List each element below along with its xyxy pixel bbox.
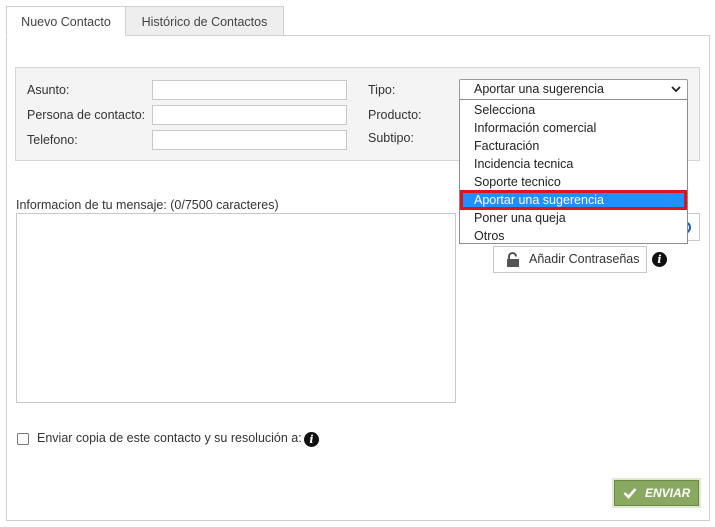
unlock-icon [507, 252, 519, 267]
tipo-dropdown-list: Selecciona Información comercial Factura… [459, 99, 688, 244]
send-copy-label: Enviar copia de este contacto y su resol… [37, 431, 302, 445]
chevron-down-icon [671, 86, 681, 93]
dropdown-option-informacion-comercial[interactable]: Información comercial [460, 119, 687, 137]
asunto-input[interactable] [152, 80, 347, 100]
send-copy-checkbox[interactable] [17, 433, 29, 445]
dropdown-option-otros[interactable]: Otros [460, 227, 687, 245]
tab-nuevo-contacto[interactable]: Nuevo Contacto [6, 6, 126, 36]
persona-contacto-label: Persona de contacto: [27, 108, 146, 122]
subtipo-label: Subtipo: [368, 131, 414, 145]
dropdown-option-incidencia-tecnica[interactable]: Incidencia tecnica [460, 155, 687, 173]
tipo-select-value: Aportar una sugerencia [474, 82, 604, 96]
dropdown-option-selecciona[interactable]: Selecciona [460, 101, 687, 119]
passwords-info-icon[interactable]: i [652, 252, 667, 267]
add-passwords-label: Añadir Contraseñas [529, 252, 640, 266]
asunto-label: Asunto: [27, 83, 70, 97]
send-button-label: ENVIAR [645, 486, 691, 500]
telefono-label: Telefono: [27, 133, 78, 147]
send-button[interactable]: ENVIAR [614, 480, 699, 506]
tab-historico-contactos[interactable]: Histórico de Contactos [125, 6, 284, 36]
dropdown-option-aportar-sugerencia[interactable]: Aportar una sugerencia [460, 190, 687, 210]
dropdown-option-facturacion[interactable]: Facturación [460, 137, 687, 155]
dropdown-option-poner-queja[interactable]: Poner una queja [460, 209, 687, 227]
message-textarea[interactable] [16, 213, 456, 403]
message-label: Informacion de tu mensaje: (0/7500 carac… [16, 198, 279, 212]
telefono-input[interactable] [152, 130, 347, 150]
dropdown-option-soporte-tecnico[interactable]: Soporte tecnico [460, 173, 687, 191]
tipo-label: Tipo: [368, 83, 396, 97]
add-passwords-button[interactable]: Añadir Contraseñas [493, 246, 647, 273]
send-copy-info-icon[interactable]: i [304, 432, 319, 447]
producto-label: Producto: [368, 108, 422, 122]
check-icon [623, 488, 637, 499]
persona-contacto-input[interactable] [152, 105, 347, 125]
tipo-select[interactable]: Aportar una sugerencia [459, 79, 688, 100]
